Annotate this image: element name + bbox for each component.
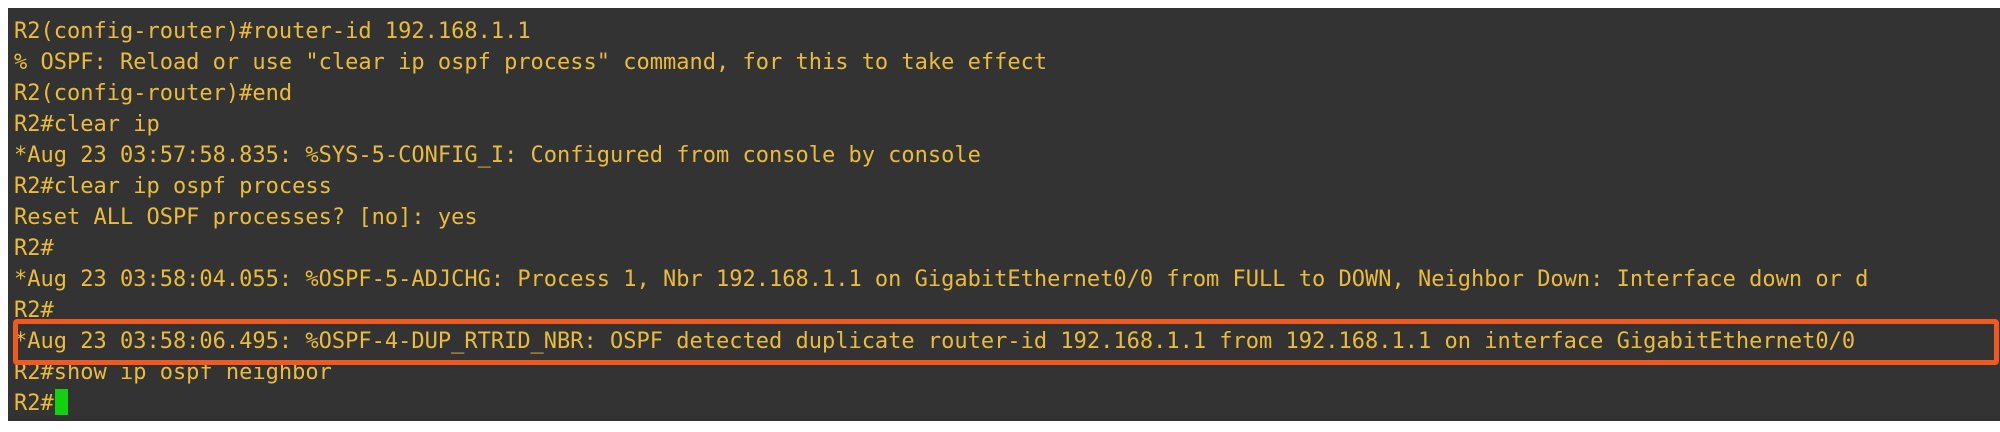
terminal-line: R2(config-router)#router-id 192.168.1.1 bbox=[14, 19, 531, 44]
terminal-line: R2(config-router)#end bbox=[14, 81, 293, 106]
terminal-line: R2# bbox=[14, 236, 54, 261]
terminal-line: R2# bbox=[14, 298, 54, 323]
terminal-line: R2#clear ip bbox=[14, 112, 160, 137]
terminal-line: R2#clear ip ospf process bbox=[14, 174, 332, 199]
terminal-line: *Aug 23 03:58:04.055: %OSPF-5-ADJCHG: Pr… bbox=[14, 267, 1869, 292]
terminal-prompt: R2# bbox=[14, 391, 54, 416]
terminal-window[interactable]: R2(config-router)#router-id 192.168.1.1 … bbox=[8, 8, 2000, 421]
terminal-prompt-line[interactable]: R2# bbox=[14, 388, 2000, 419]
terminal-line: Reset ALL OSPF processes? [no]: yes bbox=[14, 205, 478, 230]
terminal-line: R2#show ip ospf neighbor bbox=[14, 360, 332, 385]
terminal-line: *Aug 23 03:57:58.835: %SYS-5-CONFIG_I: C… bbox=[14, 143, 981, 168]
terminal-line: % OSPF: Reload or use "clear ip ospf pro… bbox=[14, 50, 1048, 75]
terminal-line-highlighted: *Aug 23 03:58:06.495: %OSPF-4-DUP_RTRID_… bbox=[14, 329, 1856, 354]
text-cursor bbox=[54, 389, 68, 415]
